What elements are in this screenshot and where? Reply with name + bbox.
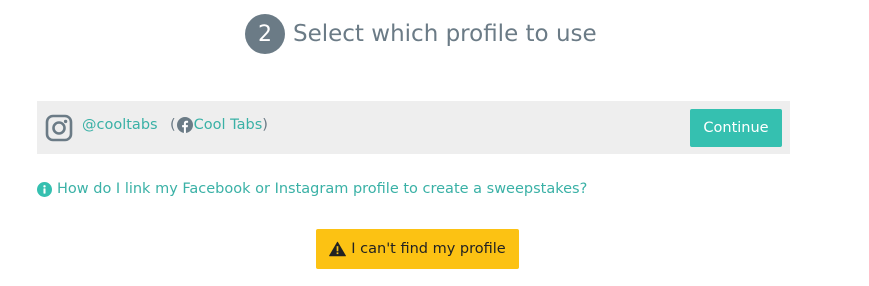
facebook-page-link[interactable]: ( Cool Tabs ) (170, 117, 268, 133)
warning-icon (329, 241, 347, 257)
help-link-text: How do I link my Facebook or Instagram p… (57, 181, 588, 197)
instagram-handle[interactable]: @cooltabs (82, 117, 158, 133)
cant-find-profile-button[interactable]: I can't find my profile (316, 229, 519, 269)
cant-find-profile-label: I can't find my profile (351, 241, 506, 257)
info-icon (37, 181, 52, 197)
help-link[interactable]: How do I link my Facebook or Instagram p… (37, 181, 587, 197)
facebook-page-name: Cool Tabs (193, 117, 263, 133)
profile-row[interactable]: @cooltabs ( Cool Tabs ) Continue (37, 101, 790, 154)
step-title: Select which profile to use (293, 21, 597, 47)
instagram-icon (45, 114, 73, 142)
open-paren: ( (170, 117, 176, 133)
step-header: 2 Select which profile to use (245, 13, 597, 55)
step-number-badge: 2 (245, 14, 285, 54)
close-paren: ) (262, 117, 268, 133)
continue-button[interactable]: Continue (690, 109, 782, 147)
facebook-icon (176, 117, 193, 133)
